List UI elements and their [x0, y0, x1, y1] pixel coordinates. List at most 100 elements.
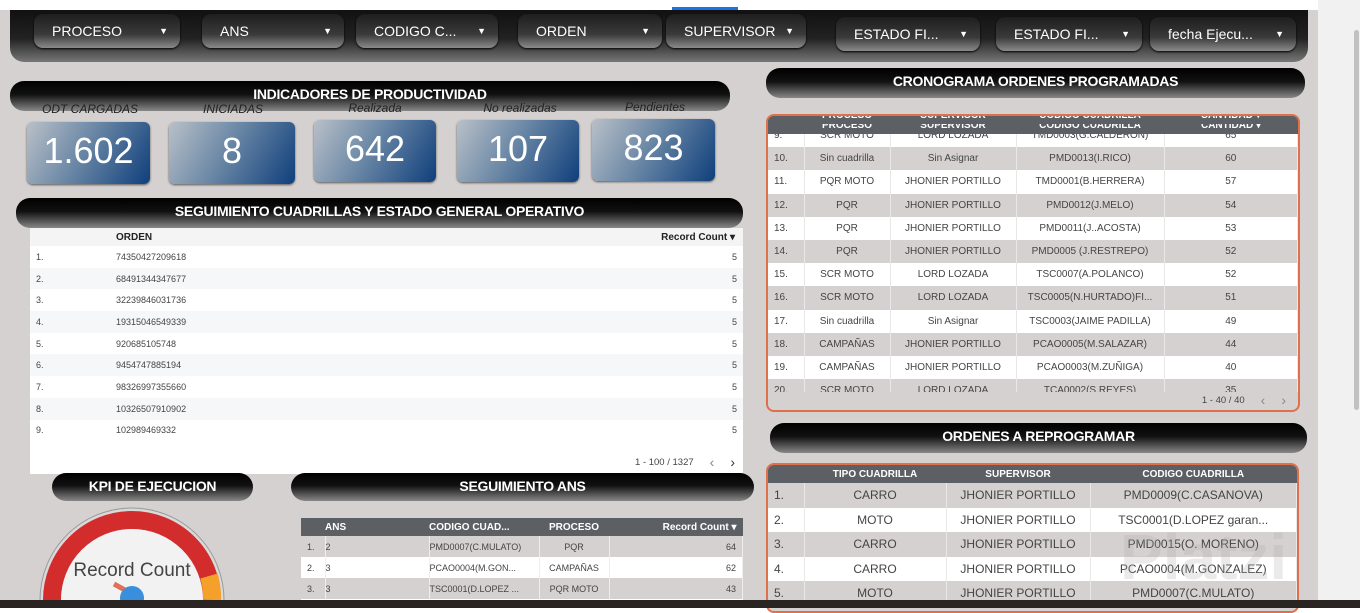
- table-cell: 35: [1164, 379, 1298, 392]
- table-cell: 57: [1164, 170, 1298, 194]
- cronograma-table-panel: PROCESOSUPERVISORCODIGO CUADRILLACANTIDA…: [766, 114, 1300, 412]
- table-row[interactable]: 8. 10326507910902 5: [30, 397, 743, 420]
- table-cell: 32239846031736: [116, 295, 187, 306]
- filter-fecha-ejecucion[interactable]: fecha Ejecu... ▼: [1150, 17, 1296, 51]
- table-cell: 5: [731, 338, 737, 349]
- pager-text: 1 - 100 / 1327: [635, 456, 694, 468]
- col-record-count[interactable]: Record Count ▾: [405, 228, 743, 246]
- table-cell: PQR: [804, 193, 891, 217]
- reprogramar-header: ORDENES A REPROGRAMAR: [770, 423, 1307, 453]
- table-row[interactable]: 20. SCR MOTO LORD LOZADA TCA0002(S.REYES) 35: [768, 379, 1298, 392]
- filter-label: SUPERVISOR: [684, 23, 776, 39]
- table-cell: 74350427209618: [116, 251, 187, 262]
- table-row[interactable]: 6. 9454747885194 5: [30, 354, 743, 377]
- caret-down-icon: ▼: [959, 29, 968, 39]
- col-supervisor[interactable]: SUPERVISOR: [890, 116, 1016, 124]
- table-cell: LORD LOZADA: [890, 286, 1017, 310]
- table-cell: 13.: [768, 216, 805, 240]
- filter-estado-1[interactable]: ESTADO FI... ▼: [836, 17, 980, 51]
- cronograma-pager: 1 - 40 / 40 ‹ ›: [1202, 392, 1286, 408]
- table-row[interactable]: 11. PQR MOTO JHONIER PORTILLO TMD0001(B.HER…: [768, 170, 1298, 194]
- table-cell: PMD0005 (J.RESTREPO): [1016, 239, 1165, 264]
- filter-orden[interactable]: ORDEN ▼: [518, 14, 662, 48]
- table-row[interactable]: 10. Sin cuadrilla Sin Asignar PMD0013(I.RIC…: [768, 147, 1298, 171]
- table-row[interactable]: 12. PQR JHONIER PORTILLO PMD0012(J.MELO) 54: [768, 193, 1298, 217]
- table-cell: TCA0002(S.REYES): [1016, 379, 1165, 392]
- table-cell: Sin Asignar: [890, 147, 1017, 171]
- table-row[interactable]: 1. 2 PMD0007(C.MULATO) PQR 64: [301, 536, 743, 557]
- table-cell: PQR: [804, 216, 891, 240]
- table-cell: 8.: [30, 397, 116, 420]
- table-cell: JHONIER PORTILLO: [890, 355, 1017, 380]
- table-cell: MOTO: [804, 507, 947, 532]
- table-cell: LORD LOZADA: [890, 379, 1017, 392]
- next-page-icon[interactable]: ›: [730, 454, 735, 470]
- prev-page-icon[interactable]: ‹: [710, 454, 715, 470]
- kpi-no-realizadas: 107: [457, 120, 579, 182]
- filter-label: ESTADO FI...: [1014, 26, 1099, 42]
- table-cell: 7.: [36, 381, 44, 392]
- table-cell: 5: [405, 397, 743, 420]
- col-proceso[interactable]: PROCESO: [539, 518, 609, 536]
- col-tipo-cuadrilla[interactable]: TIPO CUADRILLA: [804, 465, 946, 483]
- col-proceso[interactable]: PROCESO: [804, 116, 890, 124]
- filter-codigo-cuadrilla[interactable]: CODIGO C... ▼: [356, 14, 498, 48]
- caret-down-icon: ▼: [159, 26, 168, 36]
- table-cell: 3.: [768, 532, 805, 557]
- col-codigo-cuadrilla[interactable]: CODIGO CUADRILLA: [1090, 465, 1297, 483]
- gauge-chart: Record Count: [39, 507, 225, 600]
- platzi-watermark: Platzi: [1120, 521, 1288, 593]
- filter-ans[interactable]: ANS ▼: [202, 14, 344, 48]
- table-row[interactable]: 14. PQR JHONIER PORTILLO PMD0005 (J.RESTREP…: [768, 239, 1298, 264]
- caret-down-icon: ▼: [1275, 29, 1284, 39]
- table-row[interactable]: 7. 98326997355660 5: [30, 376, 743, 398]
- scrollbar-thumb[interactable]: [1354, 30, 1359, 410]
- table-row[interactable]: 1. 74350427209618 5: [30, 246, 743, 268]
- filter-estado-2[interactable]: ESTADO FI... ▼: [996, 17, 1142, 51]
- table-cell: 15.: [768, 263, 805, 287]
- filter-supervisor[interactable]: SUPERVISOR ▼: [666, 14, 806, 48]
- page-scrollbar[interactable]: [1318, 0, 1360, 608]
- table-row[interactable]: 3. 3 TSC0001(D.LOPEZ ... PQR MOTO 43: [301, 578, 743, 599]
- table-row[interactable]: 19. CAMPAÑAS JHONIER PORTILLO PCAO0003(M.ZU…: [768, 355, 1298, 380]
- col-codigo-cuadrilla[interactable]: CODIGO CUADRILLA: [1016, 116, 1164, 124]
- table-cell: CAMPAÑAS: [804, 332, 891, 356]
- kpi-ejecucion-header: KPI DE EJECUCION: [52, 473, 253, 501]
- col-record-count[interactable]: Record Count ▾: [609, 518, 743, 536]
- table-row[interactable]: 16. SCR MOTO LORD LOZADA TSC0005(N.HURTADO)…: [768, 286, 1298, 310]
- col-supervisor[interactable]: SUPERVISOR: [946, 465, 1090, 483]
- table-cell: 44: [1164, 332, 1298, 356]
- table-cell: Sin cuadrilla: [804, 147, 891, 171]
- filter-proceso[interactable]: PROCESO ▼: [34, 14, 180, 48]
- col-codigo-cuadrilla[interactable]: CODIGO CUAD...: [429, 518, 539, 536]
- table-cell: 5: [731, 381, 737, 392]
- table-cell: PMD0007(C.MULATO): [429, 536, 540, 557]
- table-row[interactable]: 15. SCR MOTO LORD LOZADA TSC0007(A.POLANCO)…: [768, 263, 1298, 287]
- table-cell: 19315046549339: [116, 311, 406, 333]
- table-row[interactable]: 1. CARRO JHONIER PORTILLO PMD0009(C.CASANOV…: [768, 483, 1297, 508]
- table-row[interactable]: 13. PQR JHONIER PORTILLO PMD0011(J..ACOSTA)…: [768, 216, 1298, 240]
- table-row[interactable]: 5. 920685105748 5: [30, 333, 743, 355]
- col-ans[interactable]: ANS: [325, 518, 429, 536]
- seguimiento-table: ORDEN Record Count ▾ 1. 74350427209618 5 2. 6…: [30, 228, 743, 441]
- table-row[interactable]: 18. CAMPAÑAS JHONIER PORTILLO PCAO0005(M.SA…: [768, 332, 1298, 356]
- table-cell: 5: [731, 251, 737, 262]
- prev-page-icon[interactable]: ‹: [1261, 392, 1266, 408]
- table-row[interactable]: 9. 102989469332 5: [30, 420, 743, 442]
- next-page-icon[interactable]: ›: [1281, 392, 1286, 408]
- table-row[interactable]: 17. Sin cuadrilla Sin Asignar TSC0003(JAIME…: [768, 309, 1298, 333]
- table-cell: PMD0013(I.RICO): [1016, 147, 1165, 171]
- col-orden[interactable]: ORDEN: [116, 228, 406, 246]
- table-row[interactable]: 4. 19315046549339 5: [30, 311, 743, 333]
- table-row[interactable]: 2. 68491344347677 5: [30, 267, 743, 290]
- table-cell: 11.: [768, 170, 805, 194]
- col-cantidad[interactable]: CANTIDAD ▾: [1164, 116, 1298, 124]
- kpi-label: ODT CARGADAS: [41, 102, 138, 116]
- table-row[interactable]: 3. 32239846031736 5: [30, 289, 743, 311]
- table-cell: 5: [731, 295, 737, 306]
- table-cell: 5: [405, 267, 743, 290]
- table-cell: SCR MOTO: [804, 263, 891, 287]
- table-row[interactable]: 2. 3 PCAO0004(M.GON... CAMPAÑAS 62: [301, 557, 743, 578]
- table-cell: 14.: [768, 239, 805, 264]
- table-cell: 68491344347677: [116, 267, 406, 290]
